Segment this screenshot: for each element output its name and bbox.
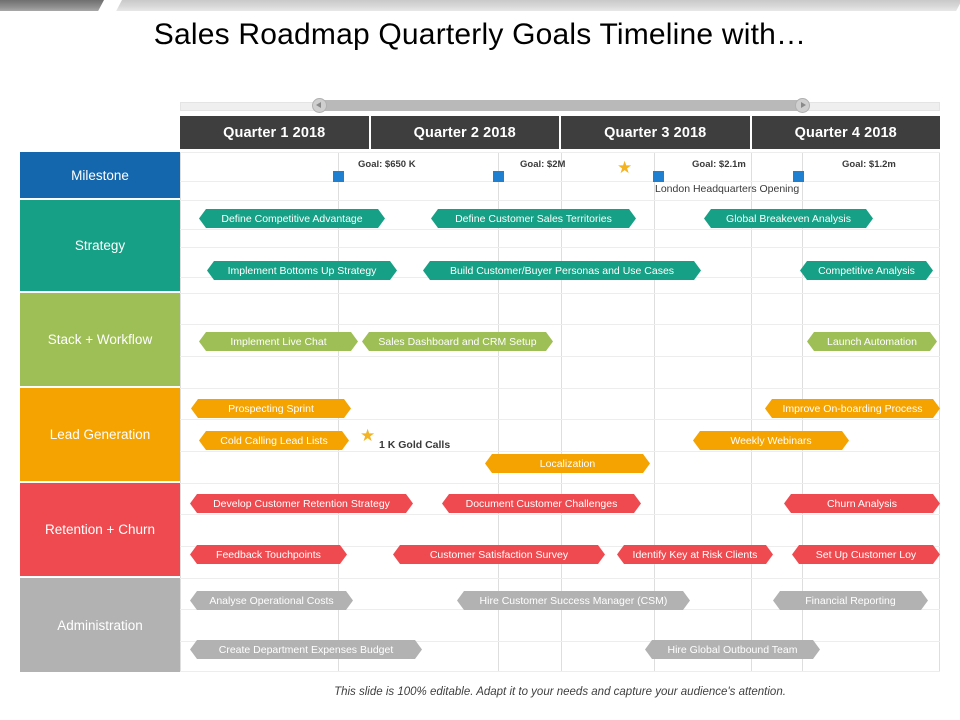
task-bar[interactable]: Weekly Webinars — [693, 431, 849, 450]
task-bar[interactable]: Competitive Analysis — [800, 261, 933, 280]
swimlane-label-lead-generation[interactable]: Lead Generation — [20, 388, 180, 483]
goal-label-q3: Goal: $2.1m — [692, 159, 746, 170]
grid-hline — [180, 671, 940, 672]
chevron-left-icon — [316, 102, 321, 108]
swimlane-label-strategy[interactable]: Strategy — [20, 200, 180, 293]
grid-vline — [939, 152, 940, 672]
grid-hline — [180, 181, 940, 182]
milestone-star-icon[interactable]: ★ — [617, 159, 632, 176]
footer-note: This slide is 100% editable. Adapt it to… — [334, 686, 786, 698]
task-bar[interactable]: Create Department Expenses Budget — [190, 640, 422, 659]
task-bar[interactable]: Prospecting Sprint — [191, 399, 351, 418]
grid-hline — [180, 388, 940, 389]
milestone-marker[interactable] — [333, 171, 344, 182]
slide-title: Sales Roadmap Quarterly Goals Timeline w… — [153, 18, 807, 51]
grid-hline — [180, 152, 940, 153]
slider-handle-right[interactable] — [795, 98, 810, 113]
slider-selected-range[interactable] — [320, 100, 804, 111]
grid-hline — [180, 356, 940, 357]
grid-hline — [180, 200, 940, 201]
timeline-range-slider[interactable] — [180, 98, 940, 113]
task-bar[interactable]: Cold Calling Lead Lists — [199, 431, 349, 450]
task-bar[interactable]: Churn Analysis — [784, 494, 940, 513]
task-bar[interactable]: Sales Dashboard and CRM Setup — [362, 332, 553, 351]
task-bar[interactable]: Define Competitive Advantage — [199, 209, 385, 228]
milestone-marker[interactable] — [493, 171, 504, 182]
gold-calls-annotation: 1 K Gold Calls — [379, 439, 451, 451]
grid-hline — [180, 578, 940, 579]
task-bar[interactable]: Customer Satisfaction Survey — [393, 545, 605, 564]
swimlane-label-administration[interactable]: Administration — [20, 578, 180, 672]
task-bar[interactable]: Feedback Touchpoints — [190, 545, 347, 564]
task-bar[interactable]: Build Customer/Buyer Personas and Use Ca… — [423, 261, 701, 280]
lead-gen-star-icon[interactable]: ★ — [360, 427, 375, 444]
task-bar[interactable]: Global Breakeven Analysis — [704, 209, 873, 228]
roadmap-grid: Goal: $650 K Goal: $2M Goal: $2.1m Goal:… — [180, 152, 940, 672]
task-bar[interactable]: Implement Bottoms Up Strategy — [207, 261, 397, 280]
task-bar[interactable]: Set Up Customer Loy — [792, 545, 940, 564]
milestone-marker[interactable] — [653, 171, 664, 182]
slider-handle-left[interactable] — [312, 98, 327, 113]
task-bar[interactable]: Document Customer Challenges — [442, 494, 641, 513]
milestone-marker[interactable] — [793, 171, 804, 182]
grid-hline — [180, 229, 940, 230]
column-header-q1[interactable]: Quarter 1 2018 — [180, 116, 371, 149]
grid-hline — [180, 483, 940, 484]
swimlane-label-stack-workflow[interactable]: Stack + Workflow — [20, 293, 180, 388]
task-bar[interactable]: Implement Live Chat — [199, 332, 358, 351]
swimlane-label-milestone[interactable]: Milestone — [20, 152, 180, 200]
grid-vline — [180, 152, 181, 672]
grid-hline — [180, 324, 940, 325]
task-bar[interactable]: Identify Key at Risk Clients — [617, 545, 773, 564]
goal-label-q2: Goal: $2M — [520, 159, 566, 170]
quarter-header-row: Quarter 1 2018 Quarter 2 2018 Quarter 3 … — [180, 116, 940, 149]
milestone-annotation: London Headquarters Opening — [655, 183, 800, 195]
task-bar[interactable]: Analyse Operational Costs — [190, 591, 353, 610]
task-bar[interactable]: Develop Customer Retention Strategy — [190, 494, 413, 513]
top-bar-light-segment — [116, 0, 960, 11]
swimlane-label-retention-churn[interactable]: Retention + Churn — [20, 483, 180, 578]
task-bar[interactable]: Financial Reporting — [773, 591, 928, 610]
task-bar[interactable]: Launch Automation — [807, 332, 937, 351]
task-bar[interactable]: Improve On-boarding Process — [765, 399, 940, 418]
column-header-q4[interactable]: Quarter 4 2018 — [751, 116, 940, 149]
task-bar[interactable]: Localization — [485, 454, 650, 473]
swimlane-label-column: Milestone Strategy Stack + Workflow Lead… — [20, 152, 180, 672]
grid-hline — [180, 247, 940, 248]
chevron-right-icon — [801, 102, 806, 108]
grid-hline — [180, 293, 940, 294]
grid-hline — [180, 514, 940, 515]
grid-hline — [180, 419, 940, 420]
goal-label-q1: Goal: $650 K — [358, 159, 416, 170]
goal-label-q4: Goal: $1.2m — [842, 159, 896, 170]
column-header-q3[interactable]: Quarter 3 2018 — [561, 116, 752, 149]
task-bar[interactable]: Hire Customer Success Manager (CSM) — [457, 591, 690, 610]
grid-hline — [180, 451, 940, 452]
top-bar-dark-segment — [0, 0, 104, 11]
column-header-q2[interactable]: Quarter 2 2018 — [370, 116, 561, 149]
decorative-top-bar — [0, 0, 960, 11]
task-bar[interactable]: Hire Global Outbound Team — [645, 640, 820, 659]
grid-vline — [751, 152, 752, 672]
task-bar[interactable]: Define Customer Sales Territories — [431, 209, 636, 228]
